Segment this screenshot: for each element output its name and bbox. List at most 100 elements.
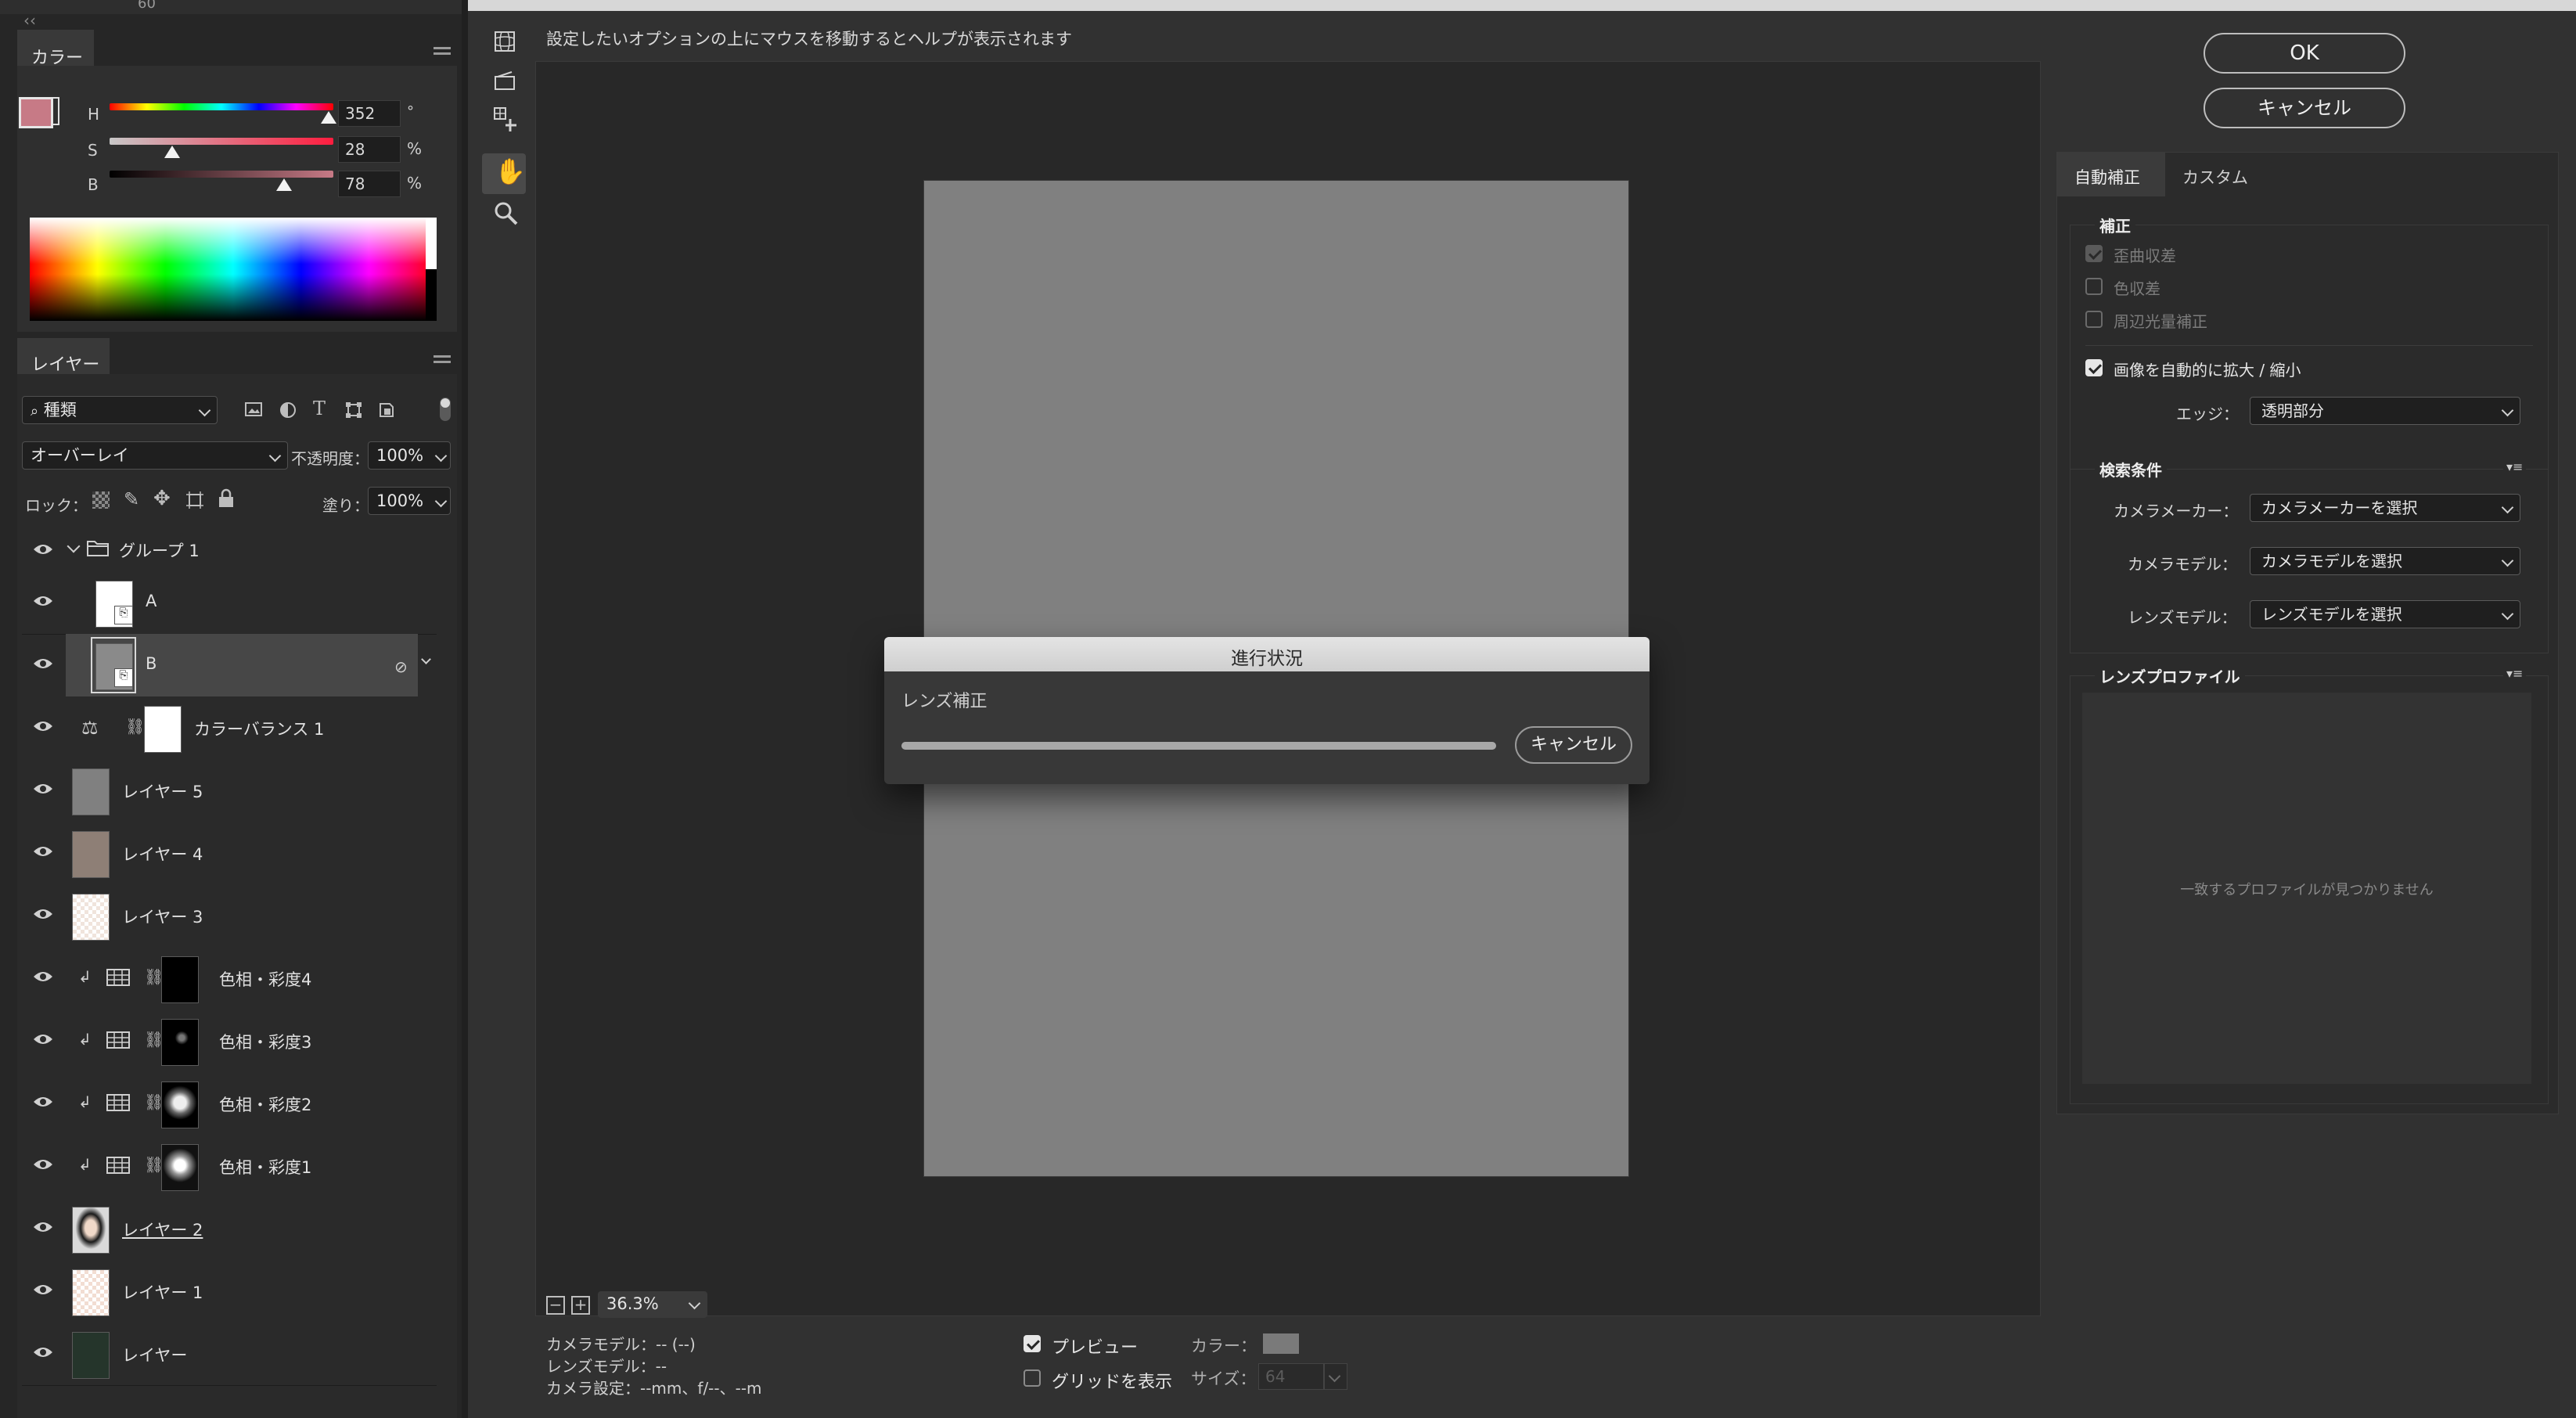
- eye-icon[interactable]: [33, 657, 53, 673]
- layer-filter-dropdown[interactable]: ⌕ 種類: [22, 396, 218, 424]
- camera-maker-dropdown[interactable]: カメラメーカーを選択: [2250, 494, 2520, 522]
- layer-row-a[interactable]: ⎘ A: [22, 571, 437, 635]
- progress-cancel-button[interactable]: キャンセル: [1515, 726, 1632, 764]
- eye-icon[interactable]: [33, 783, 53, 795]
- layer-mask-thumbnail[interactable]: [144, 706, 182, 753]
- preview-checkbox[interactable]: [1024, 1335, 1041, 1352]
- tab-color[interactable]: カラー: [17, 30, 94, 68]
- eye-icon[interactable]: [33, 845, 53, 858]
- spectrum-white-chip[interactable]: [426, 218, 437, 269]
- tab-auto-correction[interactable]: 自動補正: [2057, 153, 2165, 196]
- fill-field[interactable]: 100%: [368, 487, 451, 515]
- layer-name: A: [146, 592, 157, 610]
- layer-row-base[interactable]: レイヤー: [22, 1323, 437, 1386]
- type-layer-filter-icon[interactable]: T: [313, 398, 326, 419]
- zoom-out-icon[interactable]: −: [546, 1296, 565, 1315]
- layer-mask-thumbnail[interactable]: [161, 1144, 199, 1191]
- layer-row-5[interactable]: レイヤー 5: [22, 759, 437, 822]
- filter-toggle-switch[interactable]: [440, 398, 451, 421]
- grid-size-dropdown[interactable]: [1324, 1363, 1347, 1390]
- eye-icon[interactable]: [33, 1158, 53, 1171]
- layer-row-hue-sat-3[interactable]: ↲ ⛓ 色相・彩度3: [22, 1010, 437, 1073]
- tab-custom[interactable]: カスタム: [2165, 153, 2261, 196]
- eye-icon[interactable]: [33, 1283, 53, 1296]
- saturation-slider-track[interactable]: [110, 138, 333, 145]
- hue-input[interactable]: 352: [338, 100, 401, 127]
- search-options-menu-icon[interactable]: ▾≡: [2503, 459, 2527, 474]
- edge-dropdown[interactable]: 透明部分: [2250, 397, 2520, 425]
- zoom-in-icon[interactable]: +: [571, 1296, 590, 1315]
- tab-layers[interactable]: レイヤー: [17, 338, 110, 375]
- pixel-layer-filter-icon[interactable]: [244, 401, 263, 418]
- layer-row-b[interactable]: ⎘ B ⊘: [66, 634, 418, 697]
- layer-mask-thumbnail[interactable]: [161, 1081, 199, 1128]
- lens-profile-list[interactable]: 一致するプロファイルが見つかりません: [2082, 693, 2531, 1084]
- chevron-down-icon[interactable]: [67, 539, 81, 553]
- grid-size-input[interactable]: 64: [1258, 1363, 1324, 1390]
- lens-profile-menu-icon[interactable]: ▾≡: [2503, 666, 2527, 681]
- show-grid-checkbox[interactable]: [1024, 1369, 1041, 1387]
- layer-mask-thumbnail[interactable]: [161, 956, 199, 1003]
- saturation-input[interactable]: 28: [338, 136, 401, 163]
- zoom-level-dropdown[interactable]: 36.3%: [598, 1291, 707, 1318]
- lock-artboard-icon[interactable]: [185, 490, 205, 510]
- layer-row-1[interactable]: レイヤー 1: [22, 1260, 437, 1323]
- cancel-button[interactable]: キャンセル: [2204, 88, 2405, 128]
- collapse-panels-icon[interactable]: ‹‹: [23, 11, 36, 30]
- blend-mode-dropdown[interactable]: オーバーレイ: [22, 441, 288, 470]
- eye-icon[interactable]: [33, 720, 53, 732]
- lock-position-icon[interactable]: ✥: [153, 487, 171, 510]
- remove-distortion-tool-icon[interactable]: [493, 30, 516, 53]
- camera-model-dropdown[interactable]: カメラモデルを選択: [2250, 547, 2520, 575]
- layer-row-hue-sat-1[interactable]: ↲ ⛓ 色相・彩度1: [22, 1135, 437, 1198]
- auto-scale-checkbox[interactable]: [2085, 359, 2103, 376]
- foreground-color-swatch[interactable]: [19, 97, 53, 128]
- link-icon[interactable]: ⛓: [125, 717, 145, 736]
- eye-icon[interactable]: [33, 595, 53, 607]
- zoom-tool-icon[interactable]: [493, 200, 518, 225]
- layer-row-hue-sat-2[interactable]: ↲ ⛓ 色相・彩度2: [22, 1072, 437, 1135]
- move-grid-tool-icon[interactable]: [493, 106, 520, 135]
- grid-color-swatch[interactable]: [1263, 1333, 1299, 1354]
- hand-tool-icon[interactable]: ✋: [495, 157, 526, 186]
- lens-model-label: レンズモデル：: [2128, 608, 2237, 627]
- smart-object-filter-icon[interactable]: [377, 401, 396, 419]
- saturation-slider-thumb[interactable]: [164, 146, 181, 158]
- hue-slider-track[interactable]: [110, 103, 333, 110]
- geometric-distortion-checkbox[interactable]: [2085, 245, 2103, 262]
- straighten-tool-icon[interactable]: [493, 69, 516, 92]
- lock-image-pixels-icon[interactable]: ✎: [124, 488, 139, 510]
- layer-row-hue-sat-4[interactable]: ↲ ⛓ 色相・彩度4: [22, 947, 437, 1010]
- layer-effects-icon[interactable]: ⊘: [394, 657, 408, 676]
- eye-icon[interactable]: [33, 1346, 53, 1359]
- layer-row-group[interactable]: グループ 1: [22, 526, 437, 572]
- lens-model-dropdown[interactable]: レンズモデルを選択: [2250, 600, 2520, 628]
- shape-layer-filter-icon[interactable]: [344, 401, 363, 419]
- vignette-checkbox[interactable]: [2085, 311, 2103, 328]
- brightness-input[interactable]: 78: [338, 171, 401, 197]
- eye-icon[interactable]: [33, 1096, 53, 1108]
- brightness-slider-thumb[interactable]: [276, 178, 293, 191]
- lock-all-icon[interactable]: [218, 488, 235, 509]
- eye-icon[interactable]: [33, 1033, 53, 1046]
- ok-button[interactable]: OK: [2204, 33, 2405, 74]
- layer-row-2[interactable]: レイヤー 2: [22, 1197, 437, 1261]
- eye-icon[interactable]: [33, 970, 53, 983]
- eye-icon[interactable]: [33, 543, 53, 556]
- layer-row-color-balance[interactable]: ⚖ ⛓ カラーバランス 1: [22, 696, 437, 760]
- chromatic-aberration-checkbox[interactable]: [2085, 278, 2103, 295]
- eye-icon[interactable]: [33, 908, 53, 920]
- color-panel-menu-icon[interactable]: [434, 47, 451, 59]
- lock-transparent-pixels-icon[interactable]: [92, 491, 110, 509]
- adjustment-layer-filter-icon[interactable]: [279, 401, 297, 419]
- layer-mask-thumbnail[interactable]: [161, 1019, 199, 1066]
- opacity-field[interactable]: 100%: [368, 441, 451, 470]
- layer-row-3[interactable]: レイヤー 3: [22, 884, 437, 948]
- layer-row-4[interactable]: レイヤー 4: [22, 822, 437, 885]
- eye-icon[interactable]: [33, 1221, 53, 1233]
- color-spectrum[interactable]: [30, 218, 437, 321]
- brightness-slider-track[interactable]: [110, 171, 333, 178]
- spectrum-black-chip[interactable]: [426, 269, 437, 321]
- hue-slider-thumb[interactable]: [320, 111, 336, 124]
- layers-panel-menu-icon[interactable]: [434, 355, 451, 368]
